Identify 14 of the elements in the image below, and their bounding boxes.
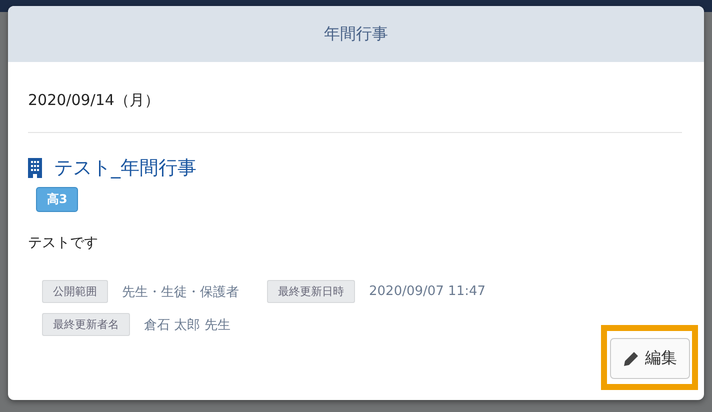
field-label: 最終更新日時 (267, 280, 355, 303)
event-date: 2020/09/14（月） (28, 91, 160, 110)
building-icon (28, 158, 42, 178)
pencil-icon (623, 350, 639, 366)
field-label: 最終更新者名 (42, 313, 130, 336)
field-value: 2020/09/07 11:47 (369, 284, 486, 299)
field-value: 先生・生徒・保護者 (122, 284, 239, 300)
field-value: 倉石 太郎 先生 (144, 316, 230, 334)
grade-tag: 高3 (36, 187, 78, 212)
event-description: テストです (28, 234, 98, 252)
field-label: 公開範囲 (42, 280, 108, 303)
event-title: テスト_年間行事 (54, 156, 196, 181)
edit-button[interactable]: 編集 (610, 338, 690, 379)
dialog-title: 年間行事 (324, 24, 388, 44)
